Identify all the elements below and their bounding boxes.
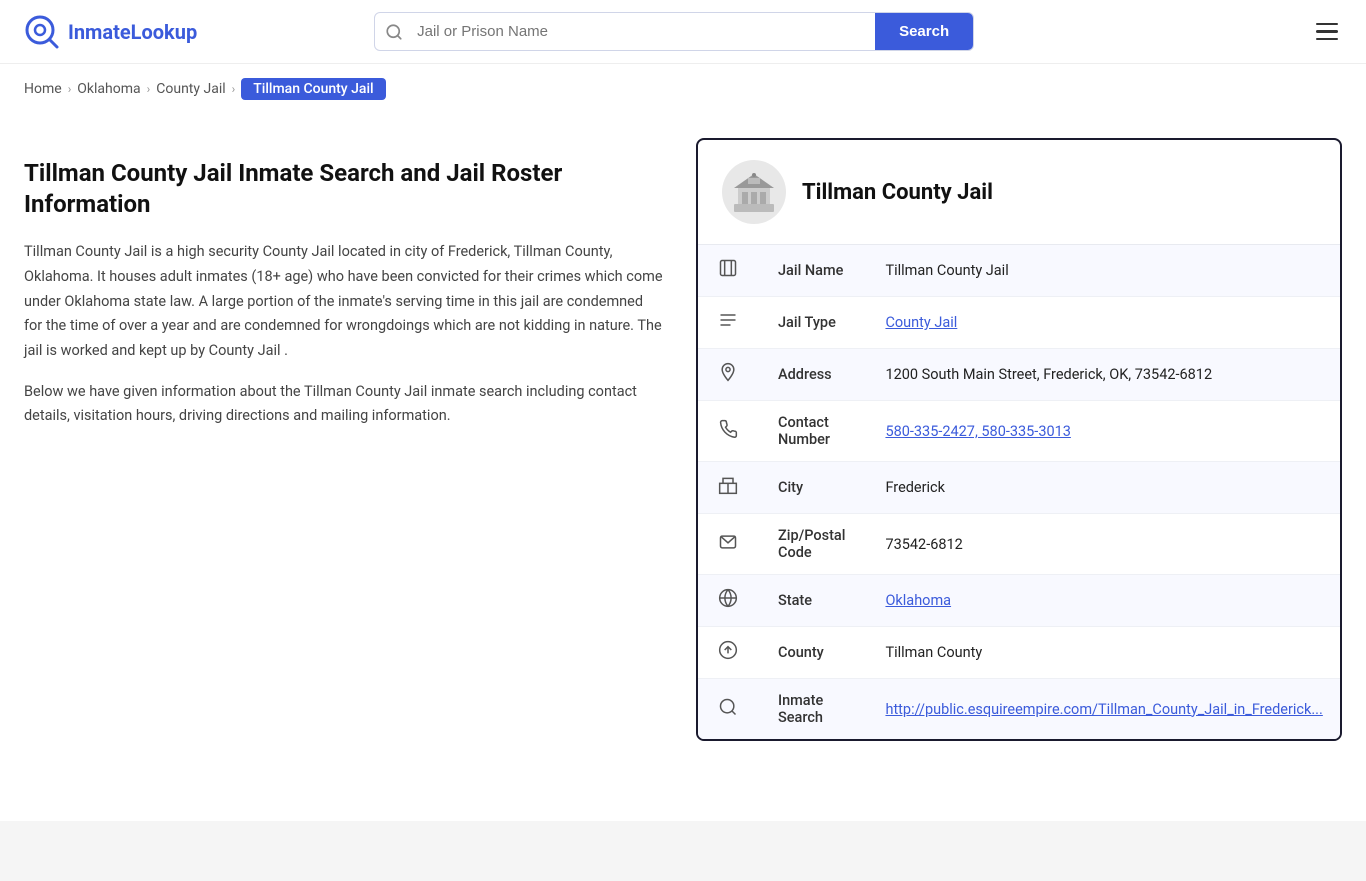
table-row: Jail Name Tillman County Jail <box>698 245 1342 297</box>
breadcrumb-chevron-1: › <box>68 82 72 96</box>
state-icon <box>698 575 758 627</box>
jail-type-value: County Jail <box>865 297 1342 349</box>
city-icon <box>698 462 758 514</box>
page-heading: Tillman County Jail Inmate Search and Ja… <box>24 158 664 220</box>
logo-icon <box>24 14 60 50</box>
table-row: City Frederick <box>698 462 1342 514</box>
county-value: Tillman County <box>865 627 1342 679</box>
phone-icon <box>698 401 758 462</box>
address-icon <box>698 349 758 401</box>
footer-bar <box>0 821 1366 881</box>
jail-icon <box>698 245 758 297</box>
main-content: Tillman County Jail Inmate Search and Ja… <box>0 114 1366 781</box>
info-card-title: Tillman County Jail <box>802 180 993 205</box>
city-label: City <box>758 462 865 514</box>
contact-number-link[interactable]: 580-335-2427, 580-335-3013 <box>885 423 1070 440</box>
facility-avatar <box>722 160 786 224</box>
table-row: Inmate Search http://public.esquireempir… <box>698 679 1342 740</box>
search-icon <box>375 23 413 41</box>
search-form: Search <box>374 12 974 51</box>
left-panel: Tillman County Jail Inmate Search and Ja… <box>24 138 664 741</box>
state-link[interactable]: Oklahoma <box>885 592 951 609</box>
city-value: Frederick <box>865 462 1342 514</box>
description-paragraph-2: Below we have given information about th… <box>24 380 664 429</box>
breadcrumb-active: Tillman County Jail <box>241 78 385 100</box>
breadcrumb-chevron-2: › <box>147 82 151 96</box>
breadcrumb-home[interactable]: Home <box>24 81 62 97</box>
table-row: County Tillman County <box>698 627 1342 679</box>
breadcrumb: Home › Oklahoma › County Jail › Tillman … <box>0 64 1366 114</box>
breadcrumb-oklahoma[interactable]: Oklahoma <box>77 81 140 97</box>
table-row: State Oklahoma <box>698 575 1342 627</box>
contact-number-label: Contact Number <box>758 401 865 462</box>
jail-name-label: Jail Name <box>758 245 865 297</box>
jail-type-label: Jail Type <box>758 297 865 349</box>
info-table: Jail Name Tillman County Jail Jail Type … <box>698 245 1342 739</box>
search-link-icon <box>698 679 758 740</box>
table-row: Address 1200 South Main Street, Frederic… <box>698 349 1342 401</box>
logo-link[interactable]: InmateLookup <box>24 14 197 50</box>
info-card: Tillman County Jail Jail Name Tillman Co… <box>696 138 1342 741</box>
header: InmateLookup Search <box>0 0 1366 64</box>
state-label: State <box>758 575 865 627</box>
table-row: Jail Type County Jail <box>698 297 1342 349</box>
inmate-search-link[interactable]: http://public.esquireempire.com/Tillman_… <box>885 701 1322 718</box>
right-panel: Tillman County Jail Jail Name Tillman Co… <box>696 138 1342 741</box>
search-input[interactable] <box>413 13 875 50</box>
jail-type-link[interactable]: County Jail <box>885 314 957 331</box>
county-label: County <box>758 627 865 679</box>
info-card-header: Tillman County Jail <box>698 140 1340 245</box>
table-row: Contact Number 580-335-2427, 580-335-301… <box>698 401 1342 462</box>
inmate-search-label: Inmate Search <box>758 679 865 740</box>
inmate-search-value: http://public.esquireempire.com/Tillman_… <box>865 679 1342 740</box>
breadcrumb-chevron-3: › <box>232 82 236 96</box>
jail-name-value: Tillman County Jail <box>865 245 1342 297</box>
facility-building-icon <box>730 168 778 216</box>
table-row: Zip/Postal Code 73542-6812 <box>698 514 1342 575</box>
address-value: 1200 South Main Street, Frederick, OK, 7… <box>865 349 1342 401</box>
zip-value: 73542-6812 <box>865 514 1342 575</box>
menu-button[interactable] <box>1312 19 1342 45</box>
county-icon <box>698 627 758 679</box>
description-paragraph-1: Tillman County Jail is a high security C… <box>24 240 664 363</box>
logo-text: InmateLookup <box>68 20 197 44</box>
zip-label: Zip/Postal Code <box>758 514 865 575</box>
breadcrumb-county-jail[interactable]: County Jail <box>156 81 225 97</box>
contact-number-value: 580-335-2427, 580-335-3013 <box>865 401 1342 462</box>
search-button[interactable]: Search <box>875 13 973 50</box>
state-value: Oklahoma <box>865 575 1342 627</box>
address-label: Address <box>758 349 865 401</box>
type-icon <box>698 297 758 349</box>
zip-icon <box>698 514 758 575</box>
